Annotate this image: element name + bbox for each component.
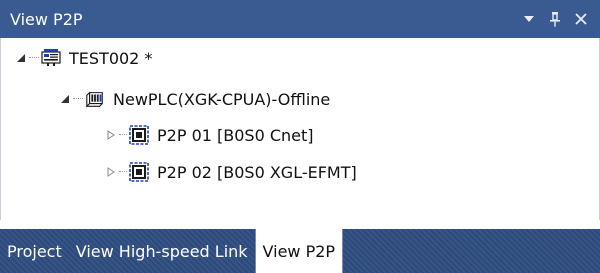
plc-icon bbox=[85, 89, 105, 109]
tree-label-p2p-01: P2P 01 [B0S0 Cnet] bbox=[157, 125, 314, 145]
tree-label-p2p-02: P2P 02 [B0S0 XGL-EFMT] bbox=[157, 162, 357, 182]
tree-node-project[interactable]: TEST002 * bbox=[15, 46, 152, 70]
collapsed-triangle-icon[interactable] bbox=[105, 129, 117, 141]
chevron-down-icon[interactable] bbox=[516, 0, 542, 38]
collapsed-triangle-icon[interactable] bbox=[105, 166, 117, 178]
expanded-triangle-icon[interactable] bbox=[59, 93, 71, 105]
p2p-module-icon bbox=[129, 162, 149, 182]
tree-node-p2p-02[interactable]: P2P 02 [B0S0 XGL-EFMT] bbox=[105, 160, 357, 184]
p2p-module-icon bbox=[129, 125, 149, 145]
tree-node-plc[interactable]: NewPLC(XGK-CPUA)-Offline bbox=[59, 87, 330, 111]
tab-view-high-speed-link[interactable]: View High-speed Link bbox=[69, 229, 255, 273]
tree-label-project: TEST002 * bbox=[69, 48, 153, 68]
tab-project[interactable]: Project bbox=[0, 229, 69, 273]
tree-label-plc: NewPLC(XGK-CPUA)-Offline bbox=[113, 89, 331, 109]
panel-tab-strip: Project View High-speed Link View P2P bbox=[0, 229, 600, 273]
project-icon bbox=[41, 48, 61, 68]
tree-node-p2p-01[interactable]: P2P 01 [B0S0 Cnet] bbox=[105, 123, 314, 147]
expanded-triangle-icon[interactable] bbox=[15, 52, 27, 64]
view-p2p-panel: View P2P TEST002 * NewPLC(XGK-CPUA)-Offl… bbox=[0, 0, 600, 273]
pin-icon[interactable] bbox=[542, 0, 568, 38]
close-icon[interactable] bbox=[568, 0, 594, 38]
panel-title-bar: View P2P bbox=[0, 0, 600, 38]
tab-view-p2p[interactable]: View P2P bbox=[254, 229, 344, 273]
p2p-tree: TEST002 * NewPLC(XGK-CPUA)-Offline P2P 0… bbox=[0, 38, 600, 220]
panel-title: View P2P bbox=[10, 9, 83, 29]
